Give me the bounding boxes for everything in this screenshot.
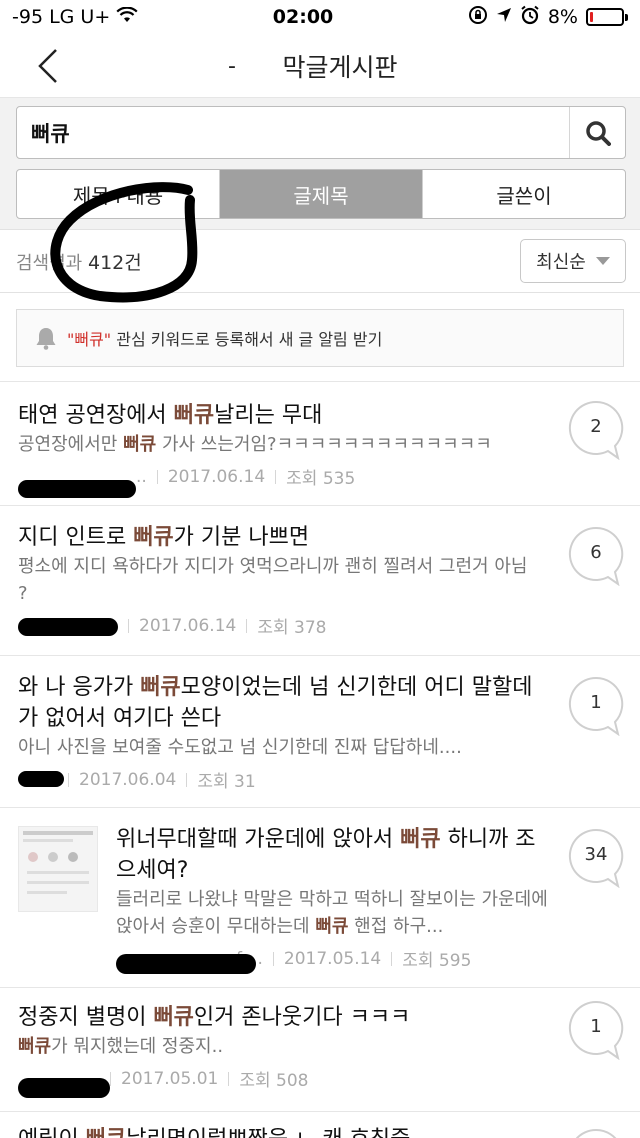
wifi-icon — [116, 6, 138, 28]
list-item[interactable]: 위너무대할때 가운데에 앉아서 뻐큐 하니까 조으세여? 들러리로 나왔냐 막말… — [0, 808, 640, 988]
post-views: 조회 595 — [402, 951, 472, 971]
back-button[interactable] — [28, 46, 68, 86]
post-thumbnail — [18, 826, 98, 912]
post-date: 2017.06.14 — [139, 615, 237, 636]
comment-count: 1 — [590, 691, 602, 713]
post-excerpt: 평소에 지디 욕하다가 지디가 엿먹으라니까 괜히 찔려서 그런거 아님 ? — [18, 556, 528, 604]
comment-count-bubble: 1 — [568, 1000, 624, 1060]
search-box — [16, 106, 626, 159]
sort-dropdown[interactable]: 최신순 — [520, 239, 626, 283]
battery-icon — [585, 8, 628, 26]
battery-level — [589, 12, 593, 22]
battery-percent: 8% — [547, 6, 578, 28]
post-excerpt: 들러리로 나왔냐 막말은 막하고 떡하니 잘보이는 가운데에 앉아서 승훈이 무… — [116, 889, 548, 937]
post-title: 위너무대할때 가운데에 앉아서 뻐큐 하니까 조으세여? — [116, 827, 536, 883]
redaction-scribble — [18, 771, 64, 787]
hand-drawn-circle-annotation — [50, 182, 198, 303]
tab-author[interactable]: 글쓴이 — [423, 170, 625, 218]
redaction-scribble — [116, 954, 256, 974]
post-excerpt: 공연장에서만 뻐큐 가사 쓰는거임?ㅋㅋㅋㅋㅋㅋㅋㅋㅋㅋㅋㅋㅋ — [18, 434, 492, 455]
comment-count-bubble: 34 — [568, 828, 624, 888]
post-date: 2017.05.01 — [121, 1068, 219, 1089]
list-item[interactable]: 태연 공연장에서 뻐큐날리는 무대 공연장에서만 뻐큐 가사 쓰는거임?ㅋㅋㅋㅋ… — [0, 382, 640, 506]
comment-count: 6 — [590, 541, 602, 563]
post-title: 와 나 응가가 뻐큐모양이었는데 넘 신기한데 어디 말할데가 없어서 여기다 … — [18, 675, 533, 731]
sort-label: 최신순 — [536, 252, 586, 273]
post-date: 2017.06.14 — [167, 466, 266, 487]
bell-icon — [36, 328, 56, 350]
post-title: 태연 공연장에서 뻐큐날리는 무대 — [18, 403, 323, 428]
tab-title[interactable]: 글제목 — [220, 170, 423, 218]
post-date: 2017.05.14 — [283, 948, 382, 969]
comment-count-bubble — [568, 1128, 624, 1138]
search-icon — [585, 120, 611, 146]
comment-count: 1 — [590, 1015, 602, 1037]
comment-count-bubble: 1 — [568, 676, 624, 736]
list-item[interactable]: 지디 인트로 뻐큐가 기분 나쁘면 평소에 지디 욕하다가 지디가 엿먹으라니까… — [0, 506, 640, 656]
comment-count-bubble: 2 — [568, 400, 624, 460]
comment-count: 34 — [584, 843, 608, 865]
list-item[interactable]: 예림이 뻐큐날리면이렇쁘짱음 ㄴ 캐 호칭중 — [0, 1112, 640, 1138]
carrier-label: -95 LG U+ — [12, 6, 111, 28]
location-icon — [496, 6, 512, 28]
nav-bar: - 막글게시판 — [0, 34, 640, 98]
alarm-icon — [520, 5, 540, 30]
redaction-scribble — [18, 1078, 110, 1098]
post-views: 조회 378 — [257, 618, 327, 638]
rotation-lock-icon — [468, 5, 488, 30]
search-button[interactable] — [569, 107, 625, 158]
page-title: 막글게시판 — [282, 52, 398, 82]
caret-down-icon — [595, 257, 610, 265]
post-meta: 2017.06.04 조회 31 — [18, 767, 550, 792]
post-excerpt: 뻐큐가 뭐지했는데 정중지.. — [18, 1036, 224, 1057]
post-excerpt: 아니 사진을 보여줄 수도없고 넘 신기한데 진짜 답답하네.... — [18, 737, 462, 758]
post-title: 지디 인트로 뻐큐가 기분 나쁘면 — [18, 525, 310, 550]
nav-dash: - — [228, 54, 236, 79]
search-input[interactable] — [17, 107, 569, 158]
redaction-scribble — [18, 480, 136, 498]
post-title: 예림이 뻐큐날리면이렇쁘짱음 ㄴ 캐 호칭중 — [18, 1124, 550, 1138]
redaction-scribble — [18, 618, 118, 636]
alert-text: 관심 키워드로 등록해서 새 글 알림 받기 — [111, 330, 383, 349]
comment-count-bubble: 6 — [568, 526, 624, 586]
chevron-left-icon — [38, 49, 57, 83]
post-views: 조회 508 — [239, 1071, 309, 1091]
list-item[interactable]: 와 나 응가가 뻐큐모양이었는데 넘 신기한데 어디 말할데가 없어서 여기다 … — [0, 656, 640, 808]
post-views: 조회 535 — [286, 469, 356, 489]
post-views: 조회 31 — [197, 772, 256, 792]
list-item[interactable]: 정중지 별명이 뻐큐인거 존나웃기다 ㅋㅋㅋ 뻐큐가 뭐지했는데 정중지.. 2… — [0, 988, 640, 1112]
status-time: 02:00 — [272, 6, 334, 28]
post-date: 2017.06.04 — [79, 769, 177, 790]
status-bar: -95 LG U+ 02:00 8% — [0, 0, 640, 34]
alert-keyword: "뻐큐" — [67, 330, 112, 349]
comment-count: 2 — [590, 415, 602, 437]
post-title: 정중지 별명이 뻐큐인거 존나웃기다 ㅋㅋㅋ — [18, 1005, 411, 1030]
